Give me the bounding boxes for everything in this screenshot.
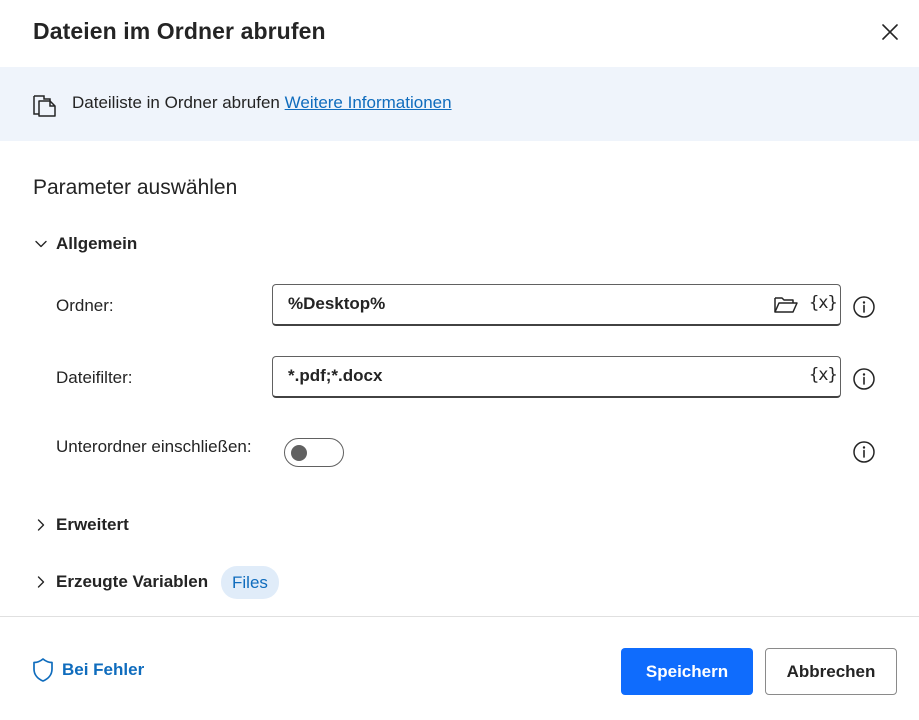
- learn-more-link[interactable]: Weitere Informationen: [285, 93, 452, 112]
- variable-icon[interactable]: {x}: [809, 293, 838, 313]
- folder-input-value: %Desktop%: [288, 294, 386, 313]
- variable-pill-files[interactable]: Files: [221, 566, 279, 599]
- subfolders-toggle[interactable]: [284, 438, 344, 467]
- section-title: Parameter auswählen: [33, 176, 238, 199]
- banner-description: Dateiliste in Ordner abrufen: [72, 93, 280, 112]
- folder-open-icon[interactable]: [773, 294, 799, 316]
- info-icon[interactable]: [852, 367, 876, 391]
- group-advanced-label: Erweitert: [56, 515, 129, 534]
- info-banner: Dateiliste in Ordner abrufen Weitere Inf…: [0, 67, 919, 141]
- filter-label: Dateifilter:: [56, 368, 133, 387]
- subfolders-label: Unterordner einschließen:: [56, 437, 252, 456]
- dialog: Dateien im Ordner abrufen Dateiliste in …: [0, 0, 919, 720]
- on-error-button[interactable]: Bei Fehler: [32, 657, 144, 683]
- dialog-title: Dateien im Ordner abrufen: [33, 18, 326, 44]
- info-icon[interactable]: [852, 440, 876, 464]
- filter-input[interactable]: *.pdf;*.docx {x}: [272, 356, 841, 398]
- footer-divider: [0, 616, 919, 617]
- variable-icon[interactable]: {x}: [809, 365, 838, 385]
- folder-label: Ordner:: [56, 296, 114, 315]
- toggle-knob: [291, 445, 307, 461]
- shield-icon: [33, 658, 53, 682]
- on-error-label: Bei Fehler: [62, 660, 145, 679]
- group-variables-label: Erzeugte Variablen: [56, 572, 209, 591]
- chevron-right-icon: [33, 574, 49, 590]
- group-general-header[interactable]: Allgemein: [33, 234, 137, 254]
- chevron-down-icon: [33, 236, 49, 252]
- banner-text: Dateiliste in Ordner abrufen Weitere Inf…: [72, 93, 452, 113]
- group-advanced-header[interactable]: Erweitert: [33, 515, 129, 535]
- info-icon[interactable]: [852, 295, 876, 319]
- folder-input[interactable]: %Desktop% {x}: [272, 284, 841, 326]
- files-icon: [33, 95, 56, 117]
- close-button[interactable]: [876, 18, 904, 46]
- group-variables-header[interactable]: Erzeugte Variablen: [33, 572, 208, 592]
- cancel-button[interactable]: Abbrechen: [765, 648, 897, 695]
- close-icon: [882, 24, 898, 40]
- filter-input-value: *.pdf;*.docx: [288, 366, 383, 385]
- save-button[interactable]: Speichern: [621, 648, 753, 695]
- chevron-right-icon: [33, 517, 49, 533]
- group-general-label: Allgemein: [56, 234, 138, 253]
